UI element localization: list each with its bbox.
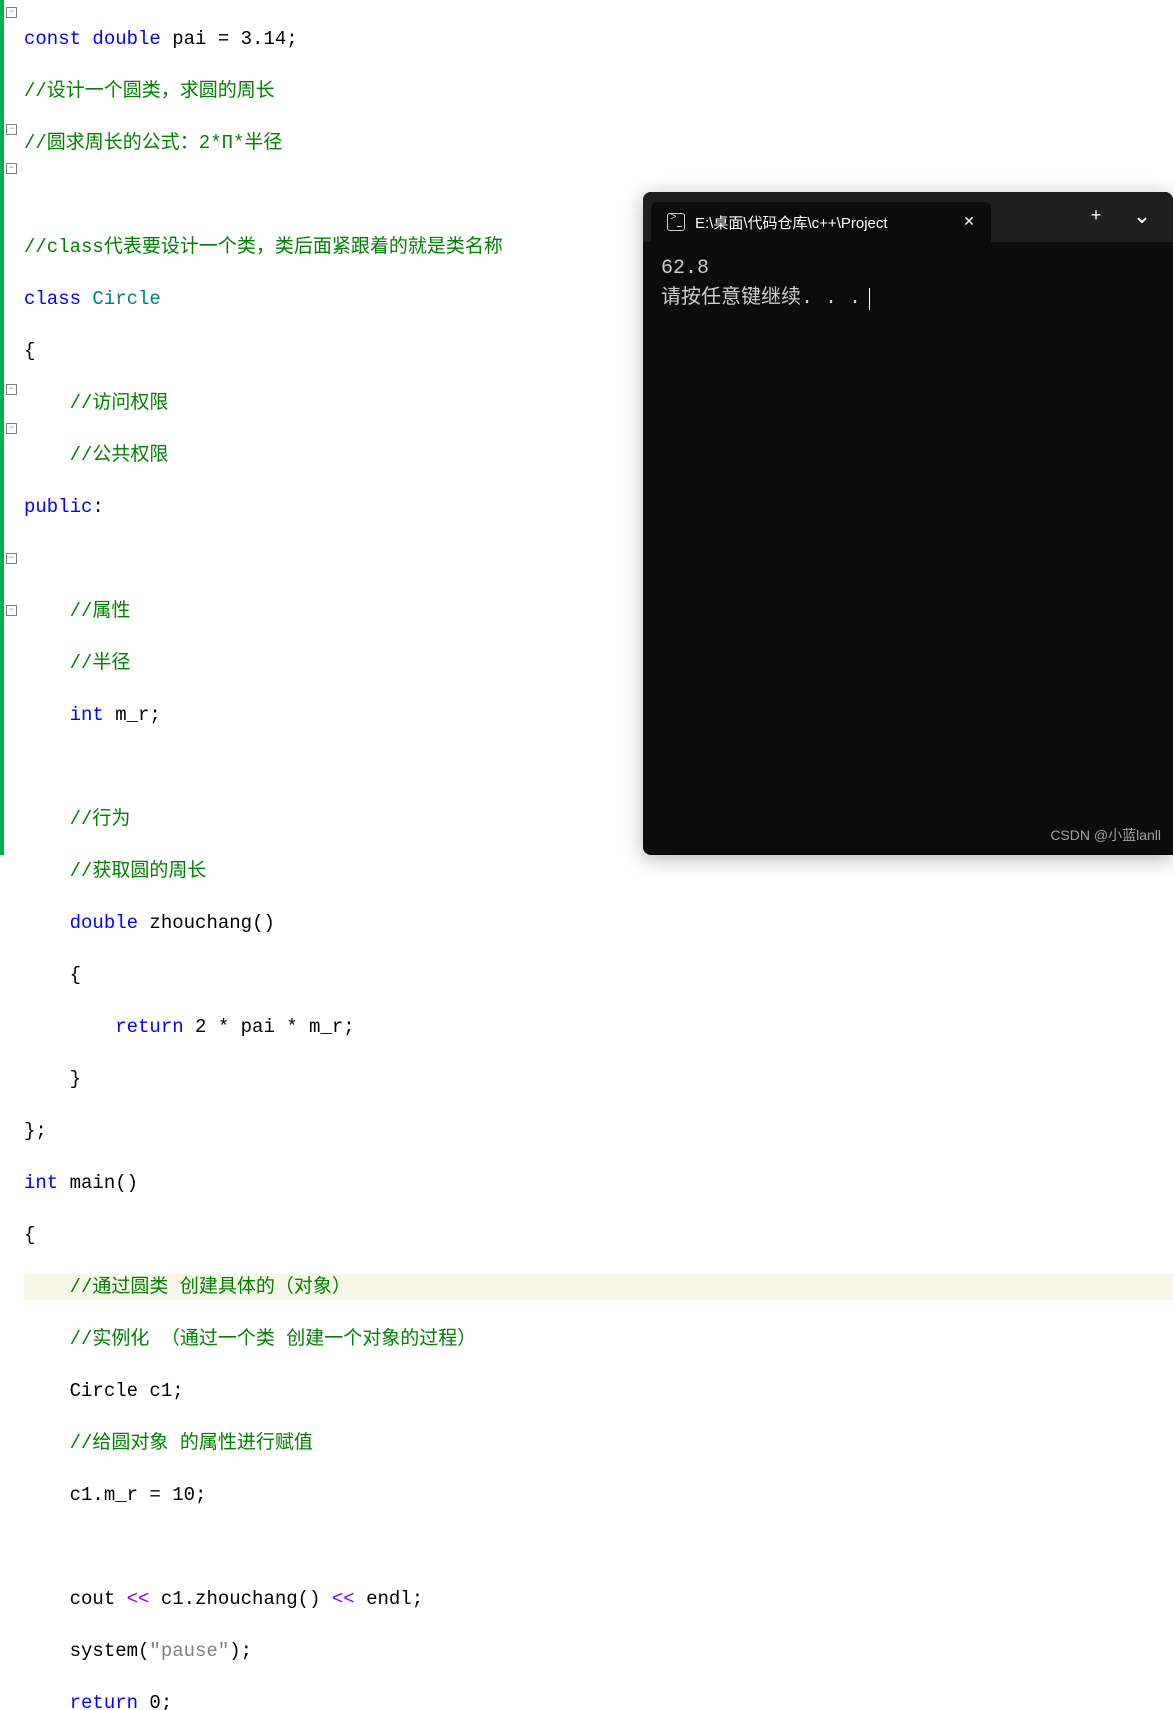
terminal-window: E:\桌面\代码仓库\c++\Project ✕ + ⌄ 62.8 请按任意键继… bbox=[643, 192, 1173, 855]
code-comment: //设计一个圆类，求圆的周长 bbox=[24, 78, 1173, 104]
fold-toggle[interactable]: − bbox=[6, 605, 17, 616]
terminal-controls: + ⌄ bbox=[1073, 192, 1173, 242]
keyword-return: return bbox=[24, 1016, 184, 1038]
call: c1.zhouchang() bbox=[149, 1588, 331, 1610]
brace-open: { bbox=[24, 1222, 1173, 1248]
parens: () bbox=[115, 1172, 138, 1194]
type-int: int bbox=[24, 1172, 58, 1194]
var-decl: Circle c1; bbox=[24, 1378, 1173, 1404]
terminal-titlebar[interactable]: E:\桌面\代码仓库\c++\Project ✕ + ⌄ bbox=[643, 192, 1173, 242]
fold-toggle[interactable]: − bbox=[6, 163, 17, 174]
func-main: main bbox=[58, 1172, 115, 1194]
return-val: 0; bbox=[138, 1692, 172, 1710]
string-lit: "pause" bbox=[149, 1640, 229, 1662]
terminal-icon bbox=[667, 213, 685, 231]
type-int: int bbox=[24, 704, 104, 726]
terminal-tab-title: E:\桌面\代码仓库\c++\Project bbox=[695, 212, 949, 233]
terminal-cursor bbox=[869, 288, 870, 310]
keyword-return: return bbox=[24, 1692, 138, 1710]
terminal-output-line: 请按任意键继续. . . bbox=[661, 284, 1155, 314]
close-paren: ); bbox=[229, 1640, 252, 1662]
dropdown-button[interactable]: ⌄ bbox=[1119, 192, 1165, 242]
brace-open: { bbox=[24, 962, 1173, 988]
class-end: }; bbox=[24, 1118, 1173, 1144]
colon: : bbox=[92, 496, 103, 518]
expr: 2 * pai * m_r; bbox=[184, 1016, 355, 1038]
code-comment: //给圆对象 的属性进行赋值 bbox=[24, 1430, 1173, 1456]
tab-close-button[interactable]: ✕ bbox=[959, 214, 979, 231]
system-call: system( bbox=[24, 1640, 149, 1662]
terminal-prompt-text: 请按任意键继续. . . bbox=[661, 284, 861, 314]
keyword-public: public bbox=[24, 496, 92, 518]
cout: cout bbox=[24, 1588, 127, 1610]
code-comment: //圆求周长的公式：2*Π*半径 bbox=[24, 130, 1173, 156]
code-comment-highlighted: //通过圆类 创建具体的（对象） bbox=[24, 1274, 1173, 1300]
brace-close: } bbox=[24, 1066, 1173, 1092]
fold-toggle[interactable]: − bbox=[6, 124, 17, 135]
fold-toggle[interactable]: − bbox=[6, 384, 17, 395]
terminal-body[interactable]: 62.8 请按任意键继续. . . bbox=[643, 242, 1173, 326]
gutter: − − − − − − − bbox=[0, 0, 22, 855]
code-blank bbox=[24, 1534, 1173, 1560]
var-decl: m_r; bbox=[104, 704, 161, 726]
class-name: Circle bbox=[81, 288, 161, 310]
code-comment: //获取圆的周长 bbox=[24, 858, 1173, 884]
type-double: double bbox=[24, 912, 138, 934]
code-comment: //实例化 （通过一个类 创建一个对象的过程） bbox=[24, 1326, 1173, 1352]
terminal-tab[interactable]: E:\桌面\代码仓库\c++\Project ✕ bbox=[651, 202, 991, 242]
fold-toggle[interactable]: − bbox=[6, 553, 17, 564]
terminal-output-line: 62.8 bbox=[661, 254, 1155, 284]
parens: () bbox=[252, 912, 275, 934]
new-tab-button[interactable]: + bbox=[1073, 192, 1119, 242]
op-stream: << bbox=[127, 1588, 150, 1610]
fold-toggle[interactable]: − bbox=[6, 423, 17, 434]
endl: endl; bbox=[355, 1588, 423, 1610]
watermark: CSDN @小蓝lanll bbox=[1050, 825, 1161, 845]
change-marker-bar bbox=[0, 0, 4, 855]
op-stream: << bbox=[332, 1588, 355, 1610]
keyword-class: class bbox=[24, 288, 81, 310]
fold-toggle[interactable]: − bbox=[6, 7, 17, 18]
func-name: zhouchang bbox=[138, 912, 252, 934]
assignment: c1.m_r = 10; bbox=[24, 1482, 1173, 1508]
